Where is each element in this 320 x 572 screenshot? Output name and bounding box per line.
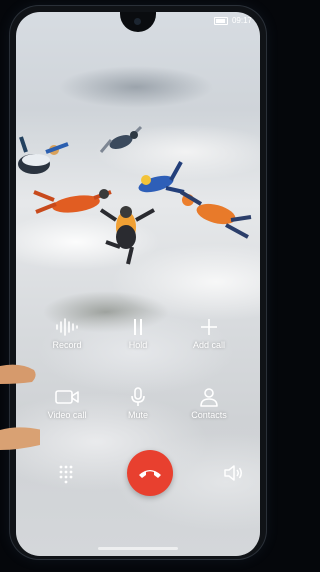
plus-icon [201, 319, 217, 335]
add-call-label: Add call [192, 340, 226, 350]
add-call-button[interactable]: Add call [174, 317, 244, 350]
hang-up-icon [139, 470, 161, 478]
camera-notch [120, 12, 156, 32]
skydiver-top-center [99, 125, 143, 153]
contacts-button[interactable]: Contacts [174, 387, 244, 420]
speaker-icon[interactable] [222, 462, 244, 484]
video-call-button[interactable]: Video call [32, 387, 102, 420]
battery-icon [213, 16, 228, 25]
skydiver-orange-left [33, 189, 112, 214]
status-bar: 09:17 [213, 16, 252, 25]
record-button[interactable]: Record [32, 317, 102, 350]
video-call-label: Video call [47, 410, 87, 420]
hold-label: Hold [128, 340, 148, 350]
skydiver-right [179, 190, 252, 239]
status-time: 09:17 [231, 16, 252, 25]
video-camera-icon [55, 390, 79, 404]
mute-button[interactable]: Mute [103, 387, 173, 420]
skydiver-blue [138, 161, 185, 194]
front-camera-icon [134, 18, 141, 25]
skydivers-photo [18, 125, 252, 265]
person-icon [200, 388, 218, 407]
microphone-icon [131, 387, 145, 406]
record-label: Record [52, 340, 82, 350]
hold-button[interactable]: Hold [103, 317, 173, 350]
waveform-icon [56, 318, 78, 336]
skydiver-left [18, 136, 69, 174]
dialpad-icon[interactable] [55, 462, 77, 484]
skydiver-center [99, 206, 155, 265]
hand-decoration [0, 364, 40, 450]
pause-icon [134, 319, 142, 335]
hang-up-button[interactable] [127, 450, 173, 496]
contacts-label: Contacts [191, 410, 227, 420]
home-indicator[interactable] [98, 547, 178, 550]
call-screen: 09:17 Record Hold Add call Video call Mu… [16, 12, 260, 556]
mute-label: Mute [127, 410, 148, 420]
